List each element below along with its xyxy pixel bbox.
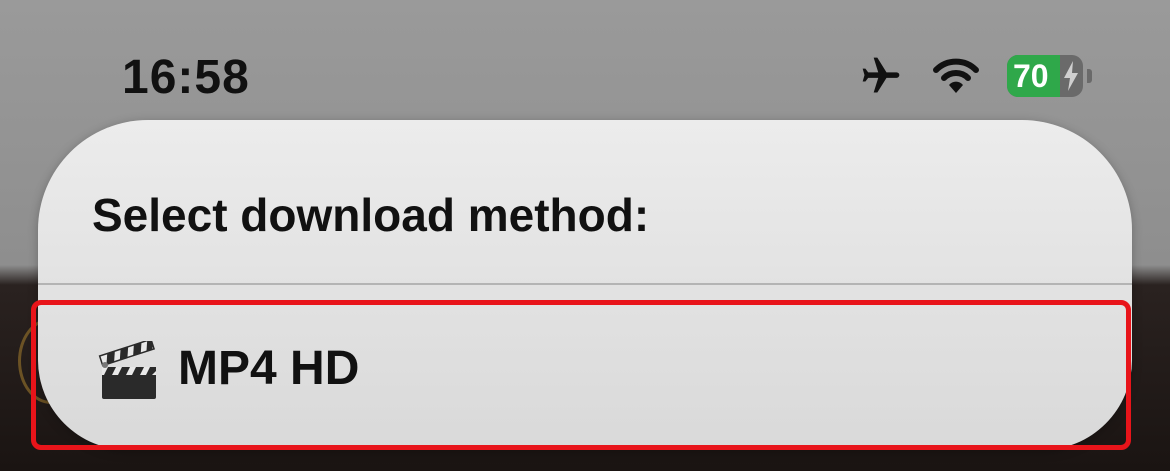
airplane-icon xyxy=(862,57,900,93)
battery-icon: 70 xyxy=(1007,55,1083,97)
sheet-title: Select download method: xyxy=(92,189,650,241)
option-label: MP4 HD xyxy=(178,342,360,395)
option-mp4-hd[interactable]: MP4 HD xyxy=(38,285,1132,450)
charging-bolt-icon xyxy=(1064,61,1078,91)
status-time: 16:58 xyxy=(122,51,250,104)
battery-percent: 70 xyxy=(1013,58,1049,94)
battery-tip xyxy=(1087,69,1092,83)
wifi-icon xyxy=(933,58,979,93)
clapper-board-icon xyxy=(98,341,156,399)
status-icons: 70 xyxy=(857,54,1092,98)
download-method-sheet: Select download method: MP4 HD xyxy=(38,120,1132,450)
